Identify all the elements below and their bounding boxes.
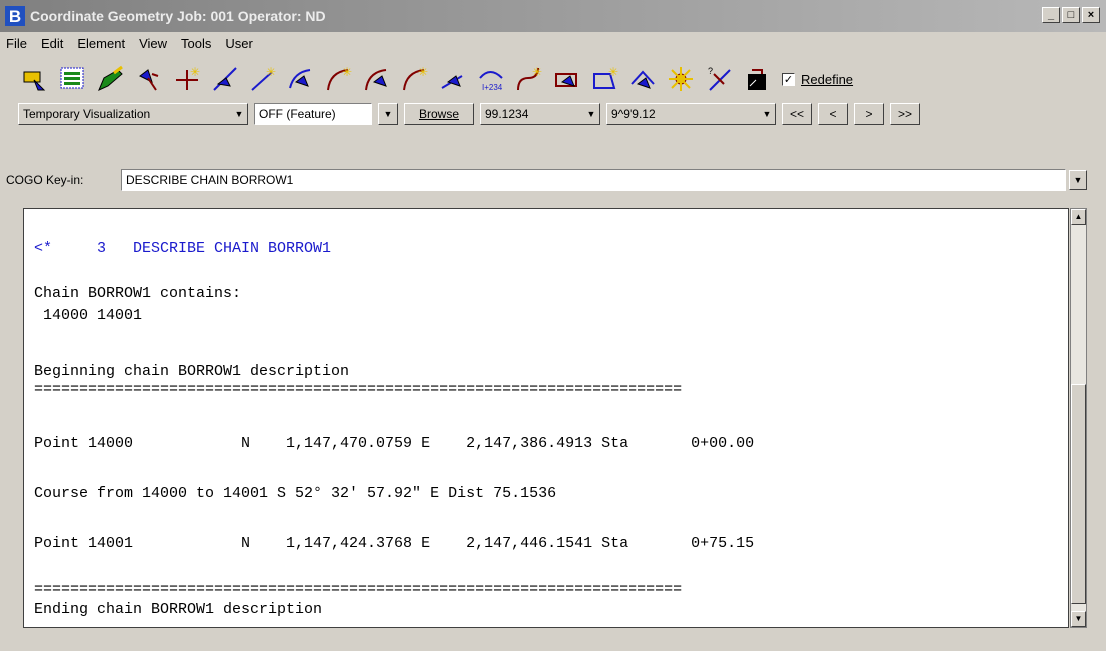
app-icon[interactable]: B (4, 5, 26, 27)
menu-user[interactable]: User (225, 36, 252, 51)
output-line: Point 14000 N 1,147,470.0759 E 2,147,386… (34, 435, 755, 452)
keyin-row: COGO Key-in: (6, 173, 87, 187)
svg-text:✳: ✳ (532, 65, 542, 79)
svg-text:✳: ✳ (190, 65, 200, 79)
browse-label: Browse (418, 107, 459, 121)
menu-edit[interactable]: Edit (41, 36, 63, 51)
window-title: Coordinate Geometry Job: 001 Operator: N… (30, 8, 326, 24)
visualization-state-dropdown[interactable]: ▼ (378, 103, 398, 125)
output-separator: ========================================… (34, 581, 683, 598)
output-line: Course from 14000 to 14001 S 52° 32' 57.… (34, 485, 557, 502)
nav-first-button[interactable]: << (782, 103, 812, 125)
redefine-check[interactable]: ✓ (782, 72, 795, 86)
line-icon[interactable]: ✳ (246, 62, 280, 96)
svg-text:B: B (9, 7, 21, 26)
chevron-down-icon[interactable]: ▼ (231, 105, 247, 123)
traverse-icon[interactable] (626, 62, 660, 96)
arc-point-icon[interactable] (360, 62, 394, 96)
reverse-curve-icon[interactable]: ✳ (398, 62, 432, 96)
maximize-button[interactable]: □ (1062, 7, 1080, 23)
close-button[interactable]: × (1082, 7, 1100, 23)
menu-file[interactable]: File (6, 36, 27, 51)
svg-text:I+234: I+234 (482, 83, 503, 92)
chevron-down-icon[interactable]: ▼ (583, 105, 599, 123)
scroll-thumb[interactable] (1071, 384, 1086, 604)
angle-select[interactable]: 9^9'9.12 ▼ (606, 103, 776, 125)
distance-value: 99.1234 (485, 107, 529, 121)
chevron-down-icon: ▼ (383, 109, 393, 119)
cogo-toolbar: ✳ ✳ ✳ ✳ I+234 ✳ ✳ ? ✓ Redefine (18, 61, 853, 97)
menu-tools[interactable]: Tools (181, 36, 211, 51)
keyin-label: COGO Key-in: (6, 173, 84, 187)
nav-last-button[interactable]: >> (890, 103, 920, 125)
arc-curve-icon[interactable] (284, 62, 318, 96)
spiral-icon[interactable] (436, 62, 470, 96)
menu-bar: File Edit Element View Tools User (0, 32, 267, 54)
svg-text:?: ? (708, 66, 713, 76)
nav-prev-button[interactable]: < (818, 103, 848, 125)
visualization-toolbar: Temporary Visualization ▼ OFF (Feature) … (18, 102, 926, 126)
locate-point-icon[interactable] (132, 62, 166, 96)
output-line: Beginning chain BORROW1 description (34, 363, 350, 380)
title-bar[interactable]: B Coordinate Geometry Job: 001 Operator:… (0, 0, 1106, 32)
chain-icon[interactable]: ✳ (512, 62, 546, 96)
output-line: 14000 14001 (34, 307, 143, 324)
intersect-icon[interactable]: ? (702, 62, 736, 96)
output-separator: ========================================… (34, 381, 683, 398)
parcel-icon[interactable]: ✳ (588, 62, 622, 96)
curve-by-points-icon[interactable]: ✳ (322, 62, 356, 96)
menu-view[interactable]: View (139, 36, 167, 51)
browse-button[interactable]: Browse (404, 103, 474, 125)
chevron-down-icon: ▼ (1074, 614, 1083, 623)
terminal-icon[interactable] (740, 62, 774, 96)
visualization-mode-select[interactable]: Temporary Visualization ▼ (18, 103, 248, 125)
curve-point-icon[interactable] (550, 62, 584, 96)
nav-next-button[interactable]: > (854, 103, 884, 125)
output-line: Point 14001 N 1,147,424.3768 E 2,147,446… (34, 535, 755, 552)
output-window: <* 3 DESCRIBE CHAIN BORROW1 Chain BORROW… (23, 208, 1069, 628)
edit-element-icon[interactable] (94, 62, 128, 96)
svg-text:✳: ✳ (266, 65, 276, 79)
store-point-icon[interactable] (18, 62, 52, 96)
select-elements-icon[interactable] (56, 62, 90, 96)
chevron-up-icon: ▲ (1074, 212, 1083, 221)
point-by-intersection-icon[interactable]: ✳ (170, 62, 204, 96)
stationing-icon[interactable]: I+234 (474, 62, 508, 96)
vertical-scrollbar[interactable]: ▲ ▼ (1070, 208, 1087, 628)
keyin-input[interactable]: DESCRIBE CHAIN BORROW1 (121, 169, 1066, 191)
visualization-state-value: OFF (Feature) (259, 107, 336, 121)
visualization-state-field[interactable]: OFF (Feature) (254, 103, 372, 125)
scroll-up-button[interactable]: ▲ (1071, 209, 1086, 225)
sun-icon[interactable] (664, 62, 698, 96)
distance-select[interactable]: 99.1234 ▼ (480, 103, 600, 125)
svg-text:✳: ✳ (418, 65, 428, 79)
output-line: Chain BORROW1 contains: (34, 285, 242, 302)
chevron-down-icon[interactable]: ▼ (759, 105, 775, 123)
curve-icon[interactable] (208, 62, 242, 96)
menu-element[interactable]: Element (77, 36, 125, 51)
keyin-dropdown-button[interactable]: ▼ (1069, 170, 1087, 190)
angle-value: 9^9'9.12 (611, 107, 656, 121)
visualization-mode-value: Temporary Visualization (23, 107, 151, 121)
redefine-label: Redefine (801, 71, 854, 87)
output-command-line: <* 3 DESCRIBE CHAIN BORROW1 (34, 240, 332, 257)
scroll-down-button[interactable]: ▼ (1071, 611, 1086, 627)
svg-text:✳: ✳ (608, 65, 618, 79)
redefine-checkbox[interactable]: ✓ Redefine (782, 72, 853, 87)
svg-text:✳: ✳ (342, 65, 352, 79)
minimize-button[interactable]: _ (1042, 7, 1060, 23)
output-line: Ending chain BORROW1 description (34, 601, 323, 618)
chevron-down-icon: ▼ (1073, 175, 1083, 185)
